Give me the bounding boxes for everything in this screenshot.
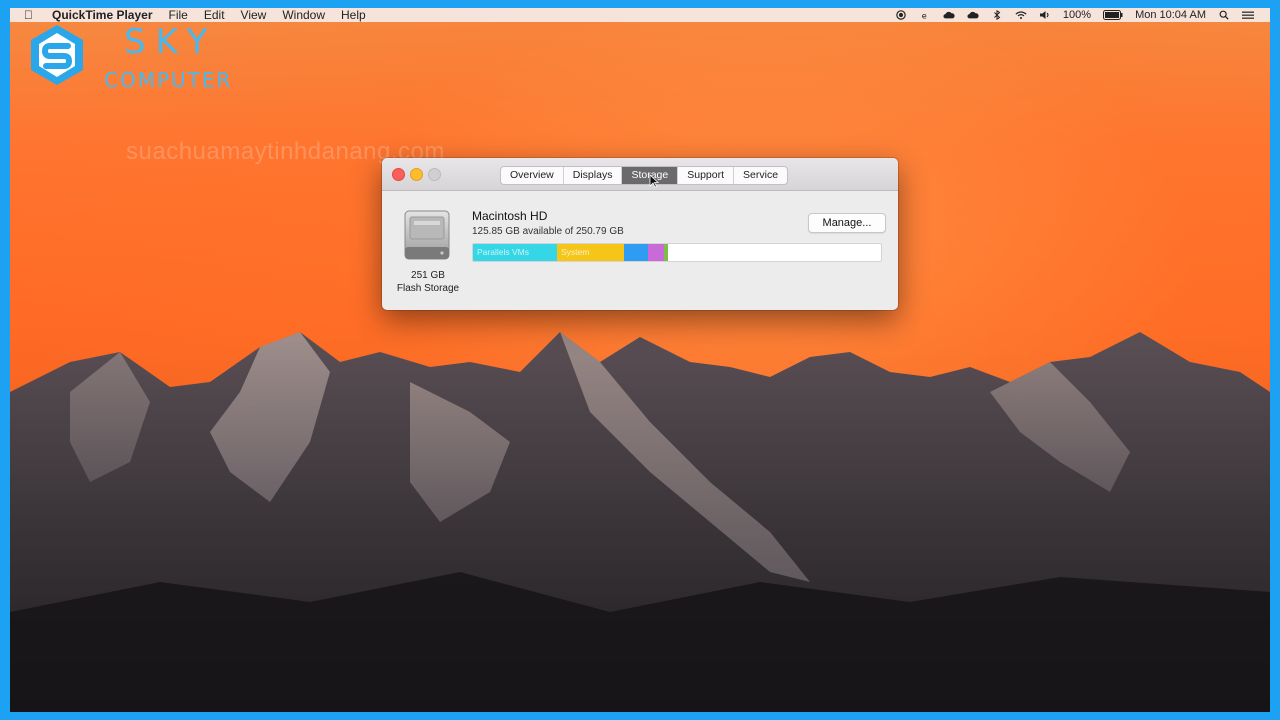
storage-panel: 251 GB Flash Storage Macintosh HD 125.85…: [382, 191, 898, 310]
tab-overview[interactable]: Overview: [501, 167, 564, 184]
svg-text:e: e: [922, 10, 927, 20]
menu-window[interactable]: Window: [282, 8, 325, 22]
drive-caption: 251 GB Flash Storage: [390, 269, 466, 295]
tab-support[interactable]: Support: [678, 167, 735, 184]
creative-cloud-icon[interactable]: [967, 10, 979, 20]
window-titlebar[interactable]: Overview Displays Storage Support Servic…: [382, 158, 898, 191]
cloud-icon[interactable]: [943, 10, 955, 20]
storage-segment[interactable]: [624, 244, 648, 261]
record-icon[interactable]: [895, 10, 907, 20]
drive-type: Flash Storage: [396, 283, 460, 294]
about-this-mac-window: Overview Displays Storage Support Servic…: [382, 158, 898, 310]
sky-computer-logo: SKY COMPUTER: [24, 22, 254, 92]
storage-segment[interactable]: [648, 244, 664, 261]
menu-edit[interactable]: Edit: [204, 8, 225, 22]
disk-available: 125.85 GB available of 250.79 GB: [472, 226, 624, 237]
menu-app-name[interactable]: QuickTime Player: [52, 8, 153, 22]
window-minimize-button[interactable]: [410, 168, 423, 181]
storage-segment[interactable]: Parallels VMs: [473, 244, 557, 261]
mountain-wallpaper: [10, 332, 1270, 712]
hard-drive-icon: [404, 210, 450, 260]
menu-bar:  QuickTime Player File Edit View Window…: [10, 8, 1270, 22]
tab-service[interactable]: Service: [734, 167, 787, 184]
wifi-icon[interactable]: [1015, 10, 1027, 20]
window-tab-bar: Overview Displays Storage Support Servic…: [500, 166, 789, 185]
storage-usage-bar[interactable]: Parallels VMs System: [472, 243, 882, 262]
logo-sub-text: COMPUTER: [104, 68, 233, 92]
storage-segment[interactable]: [664, 244, 668, 261]
window-close-button[interactable]: [392, 168, 405, 181]
menu-clock[interactable]: Mon 10:04 AM: [1135, 9, 1206, 21]
tab-displays[interactable]: Displays: [564, 167, 623, 184]
mouse-pointer-icon: [649, 174, 659, 188]
apple-menu-icon[interactable]: : [24, 9, 36, 21]
desktop:  QuickTime Player File Edit View Window…: [10, 8, 1270, 712]
battery-percent[interactable]: 100%: [1063, 9, 1091, 21]
manage-button[interactable]: Manage...: [808, 213, 886, 233]
menu-help[interactable]: Help: [341, 8, 366, 22]
menu-file[interactable]: File: [169, 8, 188, 22]
battery-icon[interactable]: [1103, 10, 1123, 20]
menu-view[interactable]: View: [241, 8, 267, 22]
window-zoom-button[interactable]: [428, 168, 441, 181]
sky-logo-mark-icon: [31, 25, 83, 85]
volume-icon[interactable]: [1039, 10, 1051, 20]
disk-name: Macintosh HD: [472, 209, 548, 223]
menu-extras: e 100% Mon 10:04 AM: [895, 8, 1254, 22]
logo-brand-text: SKY: [124, 22, 218, 62]
notification-center-icon[interactable]: [1242, 10, 1254, 20]
bluetooth-icon[interactable]: [991, 10, 1003, 20]
spotlight-search-icon[interactable]: [1218, 10, 1230, 20]
storage-segment[interactable]: System: [557, 244, 624, 261]
drive-capacity: 251 GB: [411, 270, 445, 281]
skype-icon[interactable]: e: [919, 10, 931, 20]
